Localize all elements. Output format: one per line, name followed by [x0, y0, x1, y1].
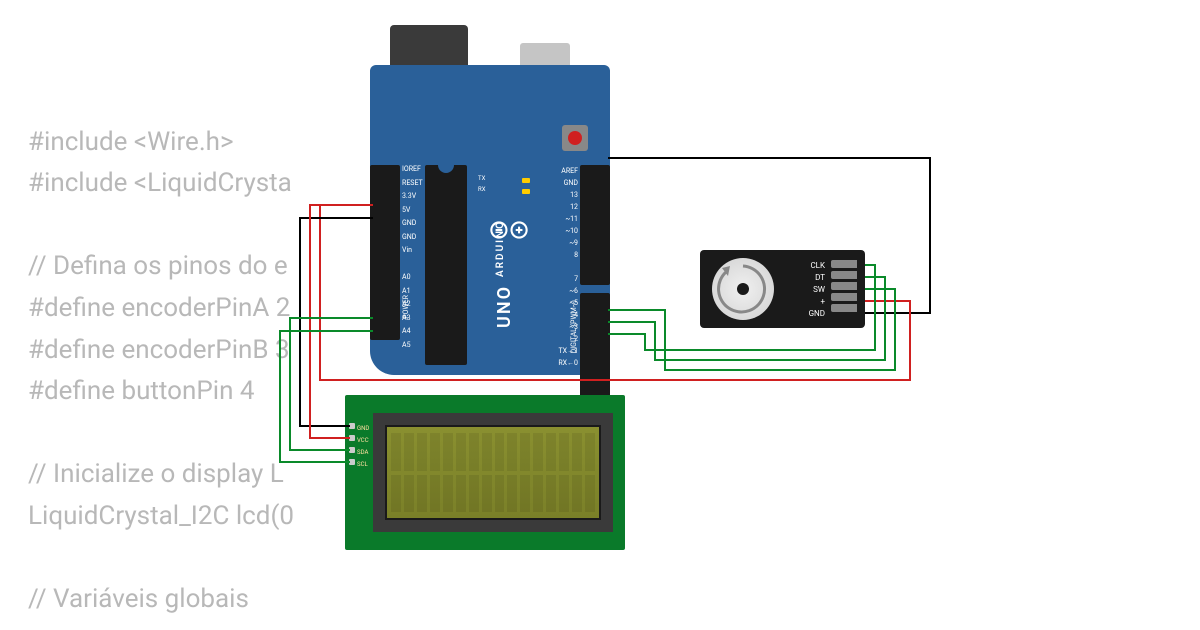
atmega-chip — [425, 165, 467, 365]
reset-button[interactable] — [562, 125, 588, 151]
arduino-uno[interactable]: IOREF RESET 3.3V 5V GND GND Vin A0 A1 A2… — [370, 25, 610, 375]
digital-header-bot[interactable] — [580, 293, 610, 398]
power-section-label: POWER — [402, 295, 410, 319]
lcd-screen — [385, 425, 601, 520]
lcd-bezel — [373, 413, 613, 532]
arduino-logo-icon — [488, 215, 530, 245]
lcd-pins[interactable] — [349, 423, 355, 465]
encoder-knob[interactable] — [712, 258, 774, 320]
lcd-pin-labels: GND VCC SDA SCL — [357, 423, 369, 471]
led-labels: TX RX — [478, 173, 485, 195]
rotary-encoder[interactable]: CLK DT SW + GND — [700, 250, 865, 328]
digital-header-top[interactable] — [580, 165, 610, 285]
lcd-i2c-display[interactable]: GND VCC SDA SCL — [345, 395, 625, 550]
arduino-pins-left-labels: IOREF RESET 3.3V 5V GND GND Vin A0 A1 A2… — [402, 163, 423, 352]
arduino-model-label: UNO — [494, 285, 515, 328]
arduino-pcb: IOREF RESET 3.3V 5V GND GND Vin A0 A1 A2… — [370, 65, 610, 375]
digital-section-label: DIGITAL (PWM~) — [570, 300, 578, 353]
tx-rx-leds — [522, 178, 530, 200]
power-header[interactable] — [370, 165, 400, 340]
background-code: #include <Wire.h> #include <LiquidCrysta… — [28, 80, 294, 621]
encoder-pins[interactable] — [831, 260, 857, 312]
encoder-pin-labels: CLK DT SW + GND — [809, 260, 825, 320]
